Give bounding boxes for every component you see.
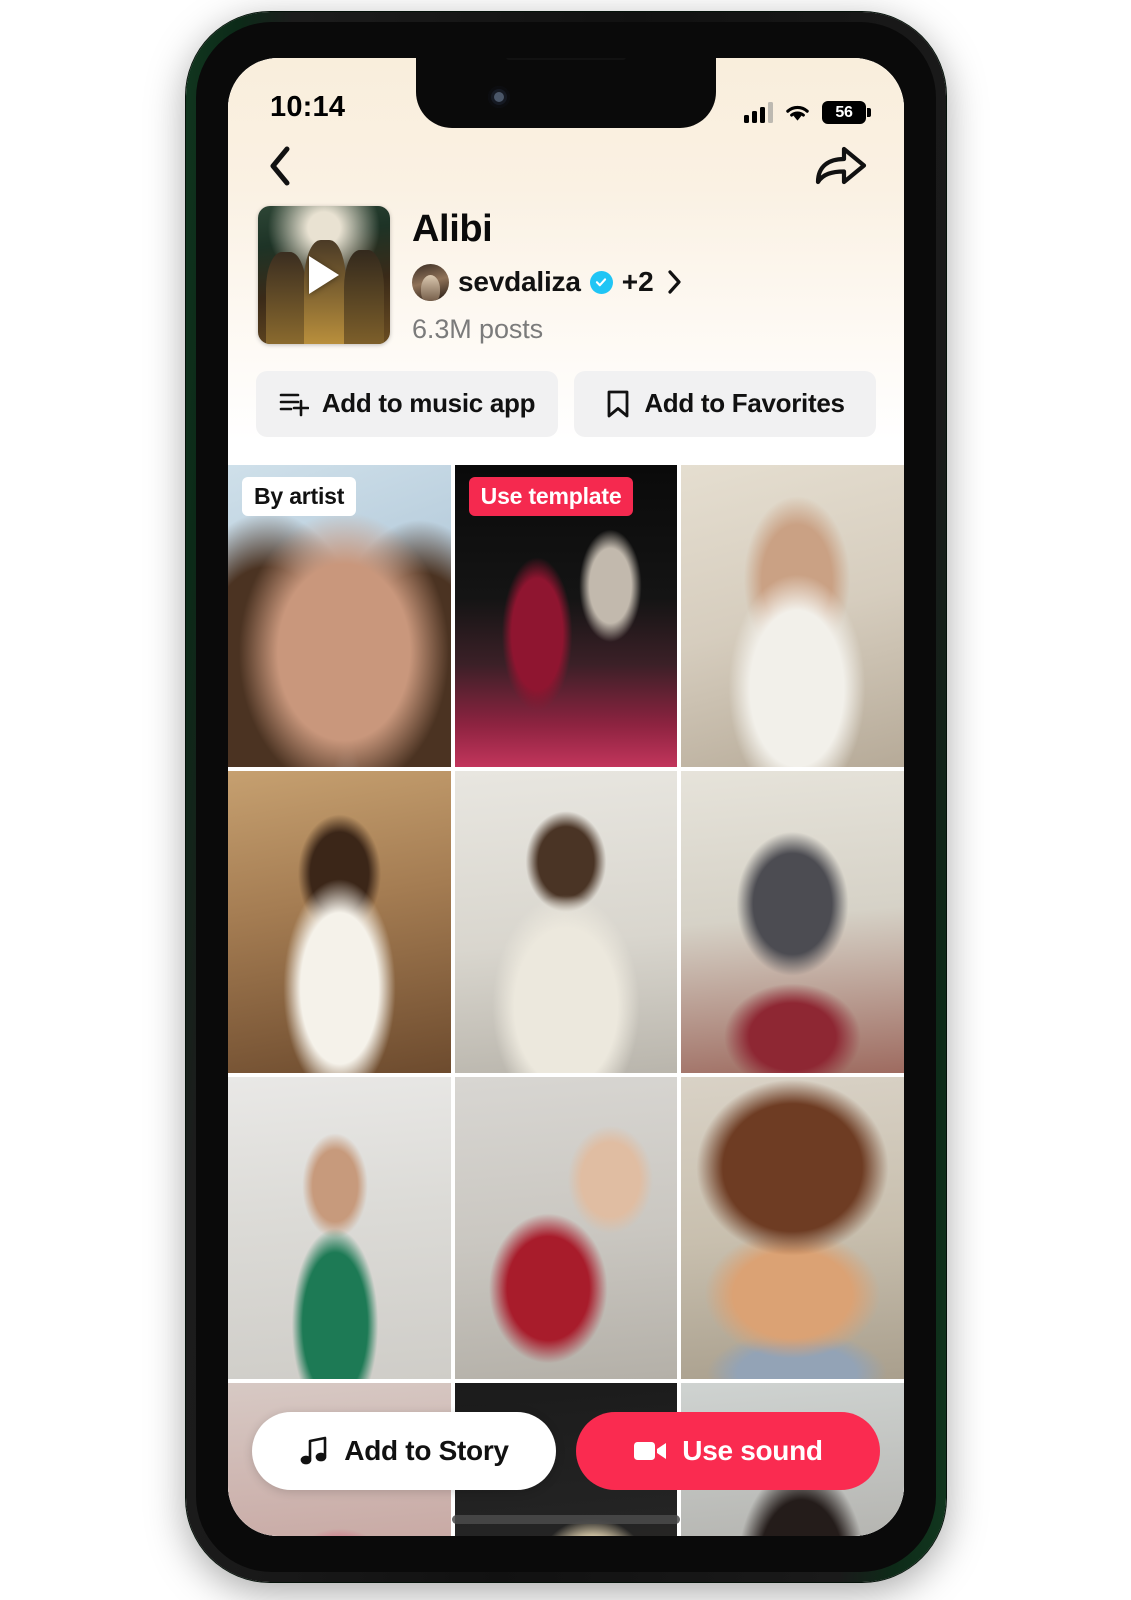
verified-check-icon <box>589 270 613 294</box>
navigation-bar <box>228 130 904 206</box>
avatar <box>412 263 449 301</box>
video-cell[interactable] <box>454 770 678 1073</box>
battery-level-text: 56 <box>835 103 853 121</box>
home-indicator <box>452 1515 680 1524</box>
sound-title: Alibi <box>412 208 493 250</box>
status-time: 10:14 <box>270 91 346 123</box>
use-template-badge[interactable]: Use template <box>468 476 634 516</box>
earpiece-speaker <box>506 58 626 60</box>
phone-device-frame: 10:14 56 Alibi sevdaliza +2 6.3M posts A… <box>186 12 946 1582</box>
additional-artists-count: +2 <box>621 266 654 298</box>
play-icon[interactable] <box>309 256 339 294</box>
share-arrow-icon <box>815 146 867 184</box>
post-count: 6.3M posts <box>412 313 544 344</box>
device-notch <box>416 58 716 128</box>
back-button[interactable] <box>258 137 302 200</box>
status-icons: 56 <box>744 101 871 124</box>
sound-cover-art[interactable] <box>258 206 390 344</box>
add-to-music-app-button[interactable]: Add to music app <box>256 370 558 437</box>
add-to-favorites-button[interactable]: Add to Favorites <box>574 370 876 437</box>
cover-art-figure <box>344 250 384 344</box>
add-to-story-button[interactable]: Add to Story <box>252 1412 556 1490</box>
share-button[interactable] <box>808 136 874 201</box>
cover-art-figure <box>266 252 306 344</box>
add-to-favorites-label: Add to Favorites <box>644 388 845 419</box>
video-grid: By artist Use template <box>228 464 904 1536</box>
video-cell[interactable] <box>681 1076 904 1379</box>
action-button-row: Add to music app Add to Favorites <box>228 345 904 459</box>
artist-row[interactable]: sevdaliza +2 <box>412 263 683 301</box>
video-cell[interactable] <box>681 770 904 1073</box>
signal-bars-icon <box>744 102 773 123</box>
battery-icon: 56 <box>822 101 871 124</box>
video-cell[interactable] <box>228 1076 451 1379</box>
front-camera-icon <box>488 86 510 108</box>
video-cell[interactable]: By artist <box>228 464 451 767</box>
sound-meta: Alibi sevdaliza +2 6.3M posts <box>412 206 683 345</box>
video-cell[interactable] <box>454 1076 678 1379</box>
use-sound-button[interactable]: Use sound <box>576 1412 880 1490</box>
chevron-right-icon <box>667 269 683 295</box>
wifi-icon <box>786 105 809 121</box>
phone-screen: 10:14 56 Alibi sevdaliza +2 6.3M posts A… <box>228 58 904 1536</box>
video-cell[interactable] <box>681 464 904 767</box>
chevron-left-icon <box>270 146 290 185</box>
video-camera-icon <box>634 1442 667 1460</box>
bookmark-icon <box>607 390 629 418</box>
music-note-icon <box>300 1436 327 1465</box>
by-artist-badge[interactable]: By artist <box>242 476 357 516</box>
add-to-story-label: Add to Story <box>344 1435 509 1466</box>
video-cell[interactable] <box>228 770 451 1073</box>
sound-info-section: Alibi sevdaliza +2 6.3M posts <box>228 206 904 345</box>
use-sound-label: Use sound <box>682 1435 823 1466</box>
playlist-add-icon <box>279 393 309 417</box>
artist-name: sevdaliza <box>458 266 581 298</box>
add-to-music-app-label: Add to music app <box>321 388 536 419</box>
tiktok-sound-detail-screen: 10:14 56 Alibi sevdaliza +2 6.3M posts A… <box>228 58 904 1536</box>
video-cell[interactable]: Use template <box>454 464 678 767</box>
